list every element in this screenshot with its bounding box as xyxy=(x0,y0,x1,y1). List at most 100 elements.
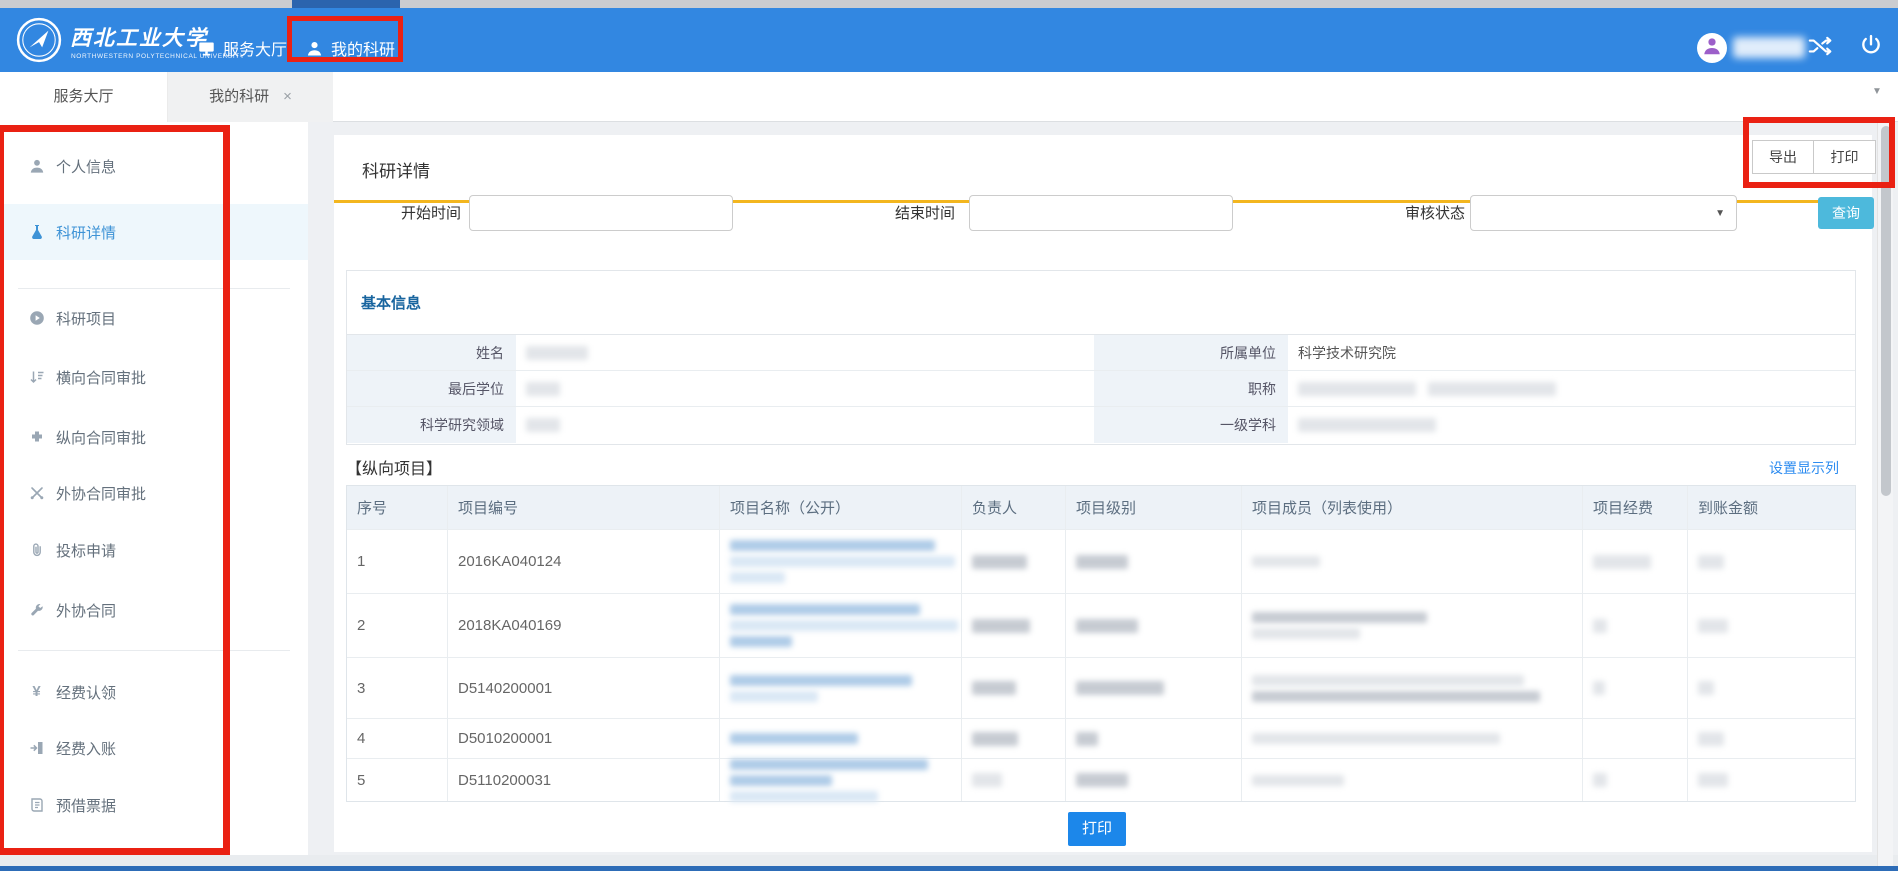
play-icon xyxy=(28,310,45,327)
basic-info-field-value: 科学技术研究院 xyxy=(1288,335,1855,371)
redacted-text xyxy=(972,732,1018,746)
basic-info-field-value xyxy=(516,335,1094,371)
redacted-text xyxy=(1076,681,1164,695)
leader-cell xyxy=(962,719,1066,759)
sidebar-item-label: 纵向合同审批 xyxy=(56,427,146,448)
seq-cell: 4 xyxy=(347,719,448,759)
seq-cell: 1 xyxy=(347,530,448,594)
redacted-text xyxy=(730,691,818,702)
received-cell xyxy=(1688,594,1855,658)
app-header: 西北工业大学 NORTHWESTERN POLYTECHNICAL UNIVER… xyxy=(0,8,1898,72)
project-name-link[interactable] xyxy=(720,594,962,658)
projects-table: 序号项目编号项目名称（公开）负责人项目级别项目成员（列表使用）项目经费到账金额 … xyxy=(346,485,1856,802)
close-icon[interactable]: × xyxy=(283,88,292,105)
redacted-text xyxy=(1252,675,1524,686)
sidebar-item-research-detail[interactable]: 科研详情 xyxy=(0,204,308,260)
search-button[interactable]: 查询 xyxy=(1818,197,1874,229)
page-title: 科研详情 xyxy=(362,157,430,182)
basic-info-field-label: 职称 xyxy=(1094,371,1288,407)
leader-cell xyxy=(962,530,1066,594)
redacted-text xyxy=(526,382,560,396)
sidebar-item-fund-entry[interactable]: 经费入账 xyxy=(0,728,308,768)
level-cell xyxy=(1066,530,1242,594)
sidebar-item-label: 个人信息 xyxy=(56,156,116,177)
received-cell xyxy=(1688,530,1855,594)
leader-cell xyxy=(962,658,1066,719)
fund-cell xyxy=(1583,719,1688,759)
avatar[interactable] xyxy=(1697,33,1727,63)
redacted-text xyxy=(1593,773,1607,787)
sidebar-item-outsource-approve[interactable]: 外协合同审批 xyxy=(0,473,308,513)
nav-my-research-label: 我的科研 xyxy=(331,36,395,60)
project-code-cell: 2018KA040169 xyxy=(448,594,720,658)
redacted-text xyxy=(1298,382,1416,396)
review-status-label: 审核状态 xyxy=(1350,203,1465,225)
sidebar-item-outsource-contract[interactable]: 外协合同 xyxy=(0,590,308,630)
redacted-text xyxy=(1252,733,1500,744)
sidebar-item-bid-apply[interactable]: 投标申请 xyxy=(0,530,308,570)
print-button-top[interactable]: 打印 xyxy=(1814,140,1876,174)
sidebar-item-label: 投标申请 xyxy=(56,540,116,561)
vertical-projects-title: 【纵向项目】 xyxy=(346,455,442,479)
tab-bar: 服务大厅 我的科研× xyxy=(0,72,1898,122)
project-name-link[interactable] xyxy=(720,530,962,594)
redacted-text xyxy=(730,540,935,551)
redacted-text xyxy=(972,773,1002,787)
basic-info-header: 基本信息 xyxy=(347,271,1855,335)
flask-icon xyxy=(28,224,45,241)
sidebar-item-research-projects[interactable]: 科研项目 xyxy=(0,298,308,338)
fund-cell xyxy=(1583,594,1688,658)
members-cell xyxy=(1242,658,1583,719)
column-header: 项目级别 xyxy=(1066,486,1242,530)
column-header: 项目经费 xyxy=(1583,486,1688,530)
nav-service-hall[interactable]: 服务大厅 xyxy=(198,30,287,66)
level-cell xyxy=(1066,759,1242,801)
chevron-down-icon[interactable]: ▼ xyxy=(1872,86,1882,97)
fund-cell xyxy=(1583,658,1688,719)
user-icon xyxy=(28,158,45,175)
sidebar-item-vertical-approve[interactable]: 纵向合同审批 xyxy=(0,417,308,457)
redacted-text xyxy=(526,418,560,432)
export-button[interactable]: 导出 xyxy=(1752,140,1814,174)
sidebar-item-label: 科研项目 xyxy=(56,308,116,329)
logout-power-icon[interactable] xyxy=(1860,34,1882,56)
project-name-link[interactable] xyxy=(720,759,962,801)
members-cell xyxy=(1242,594,1583,658)
export-print-group: 导出 打印 xyxy=(1752,140,1876,174)
footer-strip xyxy=(0,855,1898,866)
sidebar-item-horizontal-approve[interactable]: 横向合同审批 xyxy=(0,357,308,397)
project-name-link[interactable] xyxy=(720,719,962,759)
seq-cell: 3 xyxy=(347,658,448,719)
sidebar-item-ticket-preborrow[interactable]: 预借票据 xyxy=(0,785,308,825)
level-cell xyxy=(1066,594,1242,658)
redacted-text xyxy=(730,675,912,686)
review-status-select[interactable]: ▼ xyxy=(1470,195,1737,231)
browser-top-strip xyxy=(0,0,1898,8)
table-row: 22018KA040169 xyxy=(347,594,1855,658)
scrollbar[interactable] xyxy=(1877,122,1893,871)
switch-account-icon[interactable] xyxy=(1808,36,1832,56)
browser-tab-fragment xyxy=(292,0,400,8)
sidebar-item-personal-info[interactable]: 个人信息 xyxy=(0,146,308,186)
scrollbar-thumb[interactable] xyxy=(1881,126,1891,496)
user-icon xyxy=(306,40,323,57)
footer-blue-bar xyxy=(0,866,1898,871)
table-row: 5D5110200031 xyxy=(347,759,1855,801)
print-button-bottom[interactable]: 打印 xyxy=(1068,812,1126,846)
sidebar-item-label: 科研详情 xyxy=(56,222,116,243)
sidebar-item-label: 经费认领 xyxy=(56,682,116,703)
redacted-text xyxy=(1076,555,1128,569)
clip-icon xyxy=(28,542,45,559)
end-time-input[interactable] xyxy=(969,195,1233,231)
members-cell xyxy=(1242,759,1583,801)
nav-my-research[interactable]: 我的科研 xyxy=(306,30,395,66)
set-columns-link[interactable]: 设置显示列 xyxy=(1769,458,1839,478)
tab-my-research[interactable]: 我的科研× xyxy=(168,72,333,122)
basic-info-field-label: 一级学科 xyxy=(1094,407,1288,443)
tab-service-hall[interactable]: 服务大厅 xyxy=(0,72,168,122)
sidebar-item-label: 经费入账 xyxy=(56,738,116,759)
project-name-link[interactable] xyxy=(720,658,962,719)
sidebar-item-fund-claim[interactable]: ¥经费认领 xyxy=(0,672,308,712)
start-time-input[interactable] xyxy=(469,195,733,231)
sidebar-item-label: 横向合同审批 xyxy=(56,367,146,388)
